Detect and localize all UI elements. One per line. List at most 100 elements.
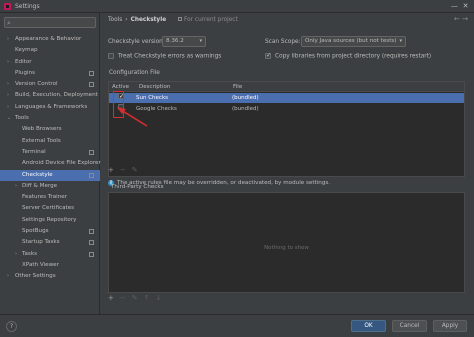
cancel-button[interactable]: Cancel bbox=[392, 320, 427, 332]
sidebar-item-plugins[interactable]: Plugins bbox=[0, 68, 100, 79]
breadcrumb-separator: › bbox=[125, 17, 128, 23]
sidebar-item-label: Editor bbox=[15, 58, 32, 65]
move-down-icon[interactable]: ↓ bbox=[156, 294, 162, 302]
row-description: Sun Checks bbox=[136, 95, 168, 101]
sidebar-item-editor[interactable]: › Editor bbox=[0, 57, 100, 68]
sidebar-item-other-settings[interactable]: › Other Settings bbox=[0, 271, 100, 282]
minimize-button[interactable]: — bbox=[450, 2, 459, 11]
project-scope-label: For current project bbox=[177, 17, 238, 23]
project-scope-icon bbox=[89, 172, 94, 178]
add-icon[interactable]: + bbox=[108, 294, 114, 302]
column-file[interactable]: File bbox=[233, 82, 242, 92]
column-description[interactable]: Description bbox=[139, 82, 170, 92]
sidebar-item-label: Features Trainer bbox=[22, 194, 67, 201]
treat-errors-option[interactable]: Treat Checkstyle errors as warnings bbox=[108, 53, 221, 60]
dialog-footer: ? OK Cancel Apply bbox=[0, 314, 474, 337]
chevron-right-icon[interactable]: › bbox=[7, 90, 15, 101]
treat-errors-checkbox[interactable] bbox=[108, 53, 114, 59]
sidebar-item-settings-repository[interactable]: Settings Repository bbox=[0, 215, 100, 226]
sidebar-item-languages-frameworks[interactable]: › Languages & Frameworks bbox=[0, 102, 100, 113]
title-bar: Settings — ✕ bbox=[0, 0, 474, 13]
edit-icon[interactable]: ✎ bbox=[132, 166, 138, 174]
history-nav: ← → bbox=[454, 15, 468, 23]
version-select[interactable]: 8.36.2 ▾ bbox=[162, 36, 206, 47]
config-file-table: Active Description File Sun Checks (bund… bbox=[108, 81, 465, 177]
chevron-down-icon: ▾ bbox=[199, 38, 202, 44]
settings-tree: › Appearance & Behavior Keymap › Editor Plugi… bbox=[0, 34, 101, 283]
sidebar-item-label: Checkstyle bbox=[22, 171, 53, 178]
sidebar-item-label: Tools bbox=[15, 115, 29, 122]
sidebar-item-label: Terminal bbox=[22, 148, 46, 155]
remove-icon[interactable]: − bbox=[120, 166, 126, 174]
sidebar-item-terminal[interactable]: Terminal bbox=[0, 147, 100, 158]
add-icon[interactable]: + bbox=[108, 166, 114, 174]
window-controls: — ✕ bbox=[450, 2, 470, 11]
remove-icon[interactable]: − bbox=[120, 294, 126, 302]
sidebar-item-label: Plugins bbox=[15, 69, 36, 76]
chevron-right-icon[interactable]: › bbox=[7, 271, 15, 282]
copy-libs-checkbox[interactable] bbox=[265, 52, 271, 59]
row-file: (bundled) bbox=[232, 106, 259, 112]
third-party-section-label: Third-Party Checks bbox=[111, 184, 164, 190]
apply-button[interactable]: Apply bbox=[433, 320, 467, 332]
breadcrumb-parent[interactable]: Tools bbox=[108, 17, 122, 23]
sidebar-item-features-trainer[interactable]: Features Trainer bbox=[0, 192, 100, 203]
copy-libs-option[interactable]: Copy libraries from project directory (r… bbox=[265, 52, 432, 60]
project-scope-icon bbox=[89, 149, 94, 155]
chevron-down-icon: ▾ bbox=[399, 38, 402, 44]
sidebar-item-label: Startup Tasks bbox=[22, 239, 60, 246]
help-button[interactable]: ? bbox=[6, 321, 17, 332]
chevron-right-icon[interactable]: › bbox=[7, 34, 15, 45]
chevron-right-icon[interactable]: › bbox=[15, 249, 22, 260]
project-scope-icon bbox=[89, 251, 94, 257]
sidebar-item-label: SpotBugs bbox=[22, 228, 49, 235]
chevron-down-icon[interactable]: ⌄ bbox=[7, 113, 15, 124]
project-scope-text: For current project bbox=[183, 17, 238, 23]
app-icon bbox=[4, 2, 11, 10]
sidebar-item-startup-tasks[interactable]: Startup Tasks bbox=[0, 237, 100, 248]
sidebar-item-tasks[interactable]: › Tasks bbox=[0, 249, 100, 260]
project-scope-icon bbox=[89, 240, 94, 246]
ok-button[interactable]: OK bbox=[351, 320, 386, 332]
sidebar-item-keymap[interactable]: Keymap bbox=[0, 45, 100, 56]
table-header: Active Description File bbox=[109, 82, 464, 92]
sidebar-item-checkstyle[interactable]: Checkstyle bbox=[0, 169, 100, 181]
sidebar-item-label: Languages & Frameworks bbox=[15, 103, 88, 110]
copy-libs-label: Copy libraries from project directory (r… bbox=[275, 53, 432, 60]
scan-scope-value: Only Java sources (but not tests) bbox=[305, 38, 397, 44]
edit-icon[interactable]: ✎ bbox=[132, 294, 138, 302]
forward-icon[interactable]: → bbox=[462, 15, 468, 23]
sidebar-item-external-tools[interactable]: External Tools bbox=[0, 136, 100, 147]
breadcrumb: Tools › Checkstyle For current project bbox=[108, 17, 238, 23]
chevron-right-icon[interactable]: › bbox=[7, 57, 15, 68]
sidebar-item-version-control[interactable]: › Version Control bbox=[0, 79, 100, 90]
project-scope-icon bbox=[89, 229, 94, 235]
sidebar-item-appearance-behavior[interactable]: › Appearance & Behavior bbox=[0, 34, 100, 45]
sidebar-item-label: XPath Viewer bbox=[22, 261, 59, 268]
scan-scope-select[interactable]: Only Java sources (but not tests) ▾ bbox=[301, 36, 406, 47]
project-scope-icon bbox=[89, 70, 94, 76]
settings-sidebar: ⌕ › Appearance & Behavior Keymap › Editor Plu… bbox=[0, 13, 101, 314]
sidebar-item-diff-merge[interactable]: › Diff & Merge bbox=[0, 181, 100, 192]
sidebar-item-xpath-viewer[interactable]: XPath Viewer bbox=[0, 260, 100, 271]
table-row[interactable]: Sun Checks (bundled) bbox=[109, 92, 464, 103]
sidebar-item-label: Tasks bbox=[22, 250, 37, 257]
sidebar-item-spotbugs[interactable]: SpotBugs bbox=[0, 226, 100, 237]
breadcrumb-current: Checkstyle bbox=[130, 17, 167, 23]
move-up-icon[interactable]: ↑ bbox=[144, 294, 150, 302]
settings-search-input[interactable]: ⌕ bbox=[4, 17, 96, 28]
sidebar-item-build-execution-deployment[interactable]: › Build, Execution, Deployment bbox=[0, 90, 100, 101]
chevron-right-icon[interactable]: › bbox=[7, 79, 15, 90]
table-row[interactable]: Google Checks (bundled) bbox=[109, 104, 464, 114]
sidebar-item-android-device-file-explorer[interactable]: Android Device File Explorer bbox=[0, 158, 101, 169]
back-icon[interactable]: ← bbox=[454, 15, 460, 23]
sidebar-item-label: Keymap bbox=[15, 47, 38, 54]
sidebar-item-web-browsers[interactable]: Web Browsers bbox=[0, 124, 100, 135]
chevron-right-icon[interactable]: › bbox=[7, 102, 15, 113]
close-button[interactable]: ✕ bbox=[461, 2, 470, 11]
version-label: Checkstyle version: bbox=[108, 39, 165, 45]
chevron-right-icon[interactable]: › bbox=[15, 181, 22, 192]
sidebar-item-label: Other Settings bbox=[15, 273, 56, 280]
sidebar-item-server-certificates[interactable]: Server Certificates bbox=[0, 203, 100, 214]
sidebar-item-tools[interactable]: ⌄ Tools bbox=[0, 113, 100, 124]
